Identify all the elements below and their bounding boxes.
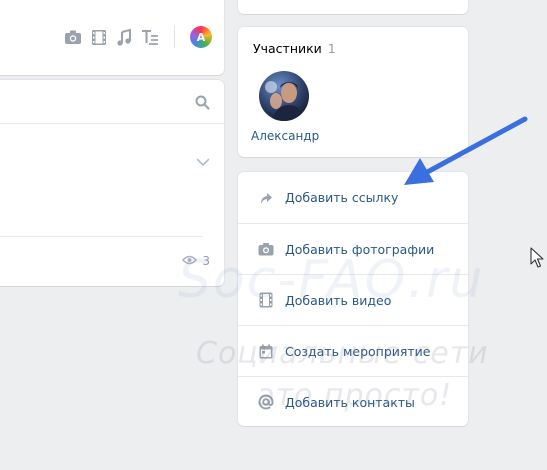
sidebar-top-card: [238, 0, 468, 14]
add-contacts-label: Добавить контакты: [285, 394, 415, 410]
member-avatar[interactable]: [259, 71, 309, 121]
add-photos-button[interactable]: Добавить фотографии: [238, 223, 468, 274]
add-contacts-button[interactable]: Добавить контакты: [238, 376, 468, 427]
chevron-down-icon[interactable]: [196, 152, 210, 171]
calendar-icon: [258, 343, 274, 359]
composer-toolbar: A: [64, 26, 212, 48]
post-search-bar[interactable]: [0, 80, 224, 124]
views-count: 3: [202, 254, 210, 268]
add-video-label: Добавить видео: [285, 292, 392, 308]
post-views: 3: [182, 254, 210, 268]
link-arrow-icon: [258, 190, 274, 206]
add-photos-label: Добавить фотографии: [285, 241, 435, 257]
video-film-icon[interactable]: [91, 29, 107, 46]
text-format-icon[interactable]: [141, 29, 159, 45]
eye-icon: [182, 254, 198, 268]
create-event-button[interactable]: Создать мероприятие: [238, 325, 468, 376]
members-heading[interactable]: Участники 1: [253, 41, 336, 56]
add-link-label: Добавить ссылку: [285, 190, 399, 205]
post-composer: A: [0, 0, 224, 75]
post-divider: [0, 236, 202, 237]
group-actions-block: Добавить ссылку Добавить фотографии Доба…: [238, 172, 468, 426]
create-event-label: Создать мероприятие: [285, 343, 431, 359]
at-sign-icon: [258, 394, 274, 410]
members-count: 1: [327, 41, 336, 56]
film-icon: [258, 292, 274, 308]
wall-post: 3: [0, 80, 224, 286]
annotation-arrow: [404, 116, 528, 185]
members-title: Участники: [253, 41, 322, 56]
search-icon[interactable]: [195, 95, 210, 114]
toolbar-divider: [174, 26, 175, 48]
add-video-button[interactable]: Добавить видео: [238, 274, 468, 325]
mouse-cursor-icon: [530, 247, 544, 268]
camera-icon: [258, 241, 274, 257]
camera-icon[interactable]: [64, 29, 82, 45]
author-avatar[interactable]: A: [190, 26, 212, 48]
author-avatar-letter: A: [196, 30, 206, 44]
music-note-icon[interactable]: [116, 28, 132, 46]
member-name[interactable]: Александр: [251, 129, 319, 143]
